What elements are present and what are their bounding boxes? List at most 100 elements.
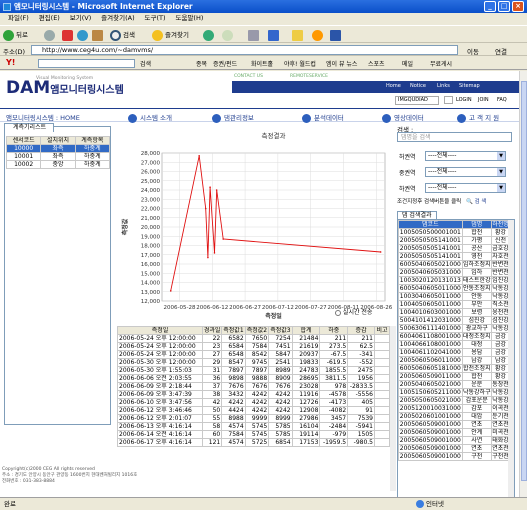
scrollbar-thumb[interactable]: [521, 81, 527, 481]
column-header[interactable]: 증감: [347, 326, 375, 335]
table-row[interactable]: 2006-06-06 오전 2:03:55 36 9898 9888 8909 28695…: [116, 374, 390, 383]
result-scrollbar[interactable]: [508, 220, 514, 497]
result-row[interactable]: 1004066108001000 대청 금강: [398, 340, 511, 349]
edit-button[interactable]: [268, 29, 281, 41]
minimize-button[interactable]: _: [484, 1, 496, 12]
link-funds[interactable]: 증권/펀드: [213, 59, 237, 68]
remote-service-link[interactable]: REMOTESERVICE: [290, 74, 328, 79]
result-row[interactable]: 1005050500001001 합천 황강: [398, 228, 511, 237]
table-row[interactable]: 2006-06-12 오후 2:01:07 55 8988 9999 8999 27986…: [116, 414, 390, 423]
address-input[interactable]: http://www.ceg4u.com/~damvms/: [31, 45, 458, 55]
nav-notice[interactable]: Notice: [410, 83, 426, 89]
sensor-row[interactable]: 10000 좌측 하중계: [5, 144, 111, 153]
contact-us-link[interactable]: CONTACT US: [234, 74, 263, 79]
site-logo[interactable]: DAM앰모니터링시스템: [6, 78, 124, 98]
link-board[interactable]: 무료게시: [430, 59, 452, 68]
table-row[interactable]: 2006-05-30 오후 1:55:03 31 7897 7897 8989 24783…: [116, 366, 390, 375]
close-button[interactable]: ×: [512, 1, 524, 12]
result-row[interactable]: 1005150605211000 낙동강하구 낙동강: [398, 388, 511, 397]
table-row[interactable]: 2006-05-24 오후 12:00:00 27 6548 8542 5847 2093…: [116, 350, 390, 359]
result-row[interactable]: 2005060509011000 합천 황강: [398, 372, 511, 381]
forward-button[interactable]: [44, 29, 57, 41]
result-row[interactable]: 2005060506011000 남강 남강: [398, 356, 511, 365]
page-scrollbar[interactable]: [519, 71, 527, 497]
yahoo-search-input[interactable]: [38, 59, 135, 68]
messenger-button[interactable]: [312, 29, 325, 41]
menu-help[interactable]: 도움말(H): [175, 14, 203, 22]
middle-region-select[interactable]: 중권역 ----전체---- ▼: [399, 167, 514, 177]
column-header[interactable]: 측정값2: [244, 326, 270, 335]
result-row[interactable]: 6005060605181000 합천조정지 황강: [398, 364, 511, 373]
nav-support[interactable]: 고 객 지 원: [457, 112, 499, 123]
menu-edit[interactable]: 편집(E): [39, 14, 60, 22]
nav-analysis-data[interactable]: 분석데이터: [302, 112, 344, 123]
result-row[interactable]: 2005050505141001 공산 금호강: [398, 244, 511, 253]
column-header[interactable]: 하중: [319, 326, 349, 335]
realtime-option[interactable]: 실시간 전송: [335, 307, 372, 316]
faq-link[interactable]: FAQ: [497, 97, 507, 103]
result-row[interactable]: 1004050605011000 부안 직소천: [398, 300, 511, 309]
link-news[interactable]: 엠이 뷰 뉴스: [326, 59, 357, 68]
password-field[interactable]: [444, 96, 453, 104]
favorites-button[interactable]: 즐겨찾기: [152, 29, 189, 41]
column-header[interactable]: 비고: [374, 326, 390, 335]
table-row[interactable]: 2006-06-13 오후 4:16:14 58 4574 5745 5785 16104…: [116, 422, 390, 431]
nav-links[interactable]: Links: [437, 83, 450, 89]
nav-dam-info[interactable]: 댐관리정보: [212, 112, 254, 123]
menu-tools[interactable]: 도구(T): [145, 14, 166, 22]
user-id-field[interactable]: IMGQUDIAD: [395, 96, 439, 105]
result-row[interactable]: 1003040605011000 안동 낙동강: [398, 292, 511, 301]
result-row[interactable]: 5006306111401000 광교하구 낙동강: [398, 324, 511, 333]
table-row[interactable]: 2006-06-14 오전 4:16:14 60 7584 5745 5785 19114…: [116, 430, 390, 439]
result-row[interactable]: 2005040605031000 임하 반변천: [398, 268, 511, 277]
table-row[interactable]: 2006-05-24 오후 12:00:00 23 6584 7584 7451 2161…: [116, 342, 390, 351]
link-whitehall[interactable]: 화이트홀: [251, 59, 273, 68]
column-header[interactable]: 측정값3: [268, 326, 293, 335]
column-header[interactable]: 측정일: [116, 326, 204, 335]
sensor-row[interactable]: 10001 좌측 하중계: [5, 152, 111, 161]
nav-video-data[interactable]: 영상데이터: [382, 112, 424, 123]
result-row[interactable]: 2005040605021000 운문 동창천: [398, 380, 511, 389]
research-button[interactable]: [330, 29, 343, 41]
result-row[interactable]: 2005060509001000 연초 연초천: [398, 444, 511, 453]
back-button[interactable]: 뒤로: [3, 29, 28, 41]
maximize-button[interactable]: □: [498, 1, 510, 12]
result-row[interactable]: 2005060509001000 사연 태화강: [398, 436, 511, 445]
table-row[interactable]: 2006-05-24 오후 12:00:00 22 6582 7650 7254 2148…: [116, 334, 390, 343]
result-row[interactable]: 2005060509001000 안계 미곡천: [398, 428, 511, 437]
result-row[interactable]: 1003020120131013 태스트한강 임진강: [398, 276, 511, 285]
yahoo-logo-icon[interactable]: Y!: [6, 58, 15, 67]
result-row[interactable]: 1004061102041000 용담 금강: [398, 348, 511, 357]
result-row[interactable]: 2005060509001000 구천 구천천: [398, 452, 511, 461]
column-header[interactable]: 센서코드: [5, 136, 42, 145]
lower-region-select[interactable]: 하권역 ----전체---- ▼: [399, 183, 514, 193]
menu-file[interactable]: 파일(F): [8, 14, 29, 22]
refresh-button[interactable]: [77, 29, 90, 41]
dam-search-input[interactable]: 댐명을 검색: [397, 132, 512, 142]
link-sports[interactable]: 스포츠: [368, 59, 385, 68]
column-header[interactable]: 경과일: [202, 326, 223, 335]
table-row[interactable]: 2006-06-09 오후 2:18:44 37 7676 7676 7676 23028…: [116, 382, 390, 391]
column-header[interactable]: 설치위치: [40, 136, 76, 145]
result-row[interactable]: 5004101412031000 섬진강 섬진강: [398, 316, 511, 325]
column-header[interactable]: 계측항목: [74, 136, 111, 145]
result-row[interactable]: 2005050505141001 영천 자호천: [398, 252, 511, 261]
sensor-row[interactable]: 10002 중앙 하중계: [5, 160, 111, 169]
column-header[interactable]: 측정값1: [221, 326, 246, 335]
table-row[interactable]: 2006-06-10 오후 3:47:56 42 4242 4242 4242 12726…: [116, 398, 390, 407]
menu-view[interactable]: 보기(V): [70, 14, 91, 22]
upper-region-select[interactable]: 허권역 ----전체---- ▼: [399, 151, 514, 161]
sensor-list-tab[interactable]: 계측기리스트: [4, 123, 54, 132]
nav-home[interactable]: Home: [386, 83, 401, 89]
go-button[interactable]: 이동: [467, 46, 479, 56]
link-stocks[interactable]: 종목: [196, 59, 207, 68]
column-header[interactable]: 댐코드: [398, 220, 463, 229]
link-mail[interactable]: 메일: [402, 59, 413, 68]
table-row[interactable]: 2006-06-09 오후 3:47:39 38 3432 4242 4242 11916…: [116, 390, 390, 399]
join-link[interactable]: JOIN: [478, 97, 489, 103]
search-submit-button[interactable]: 🔍 검 색: [466, 199, 486, 205]
mail-button[interactable]: [222, 29, 235, 41]
table-scrollbar[interactable]: [390, 326, 396, 491]
print-button[interactable]: [248, 29, 261, 41]
column-header[interactable]: 합계: [291, 326, 321, 335]
